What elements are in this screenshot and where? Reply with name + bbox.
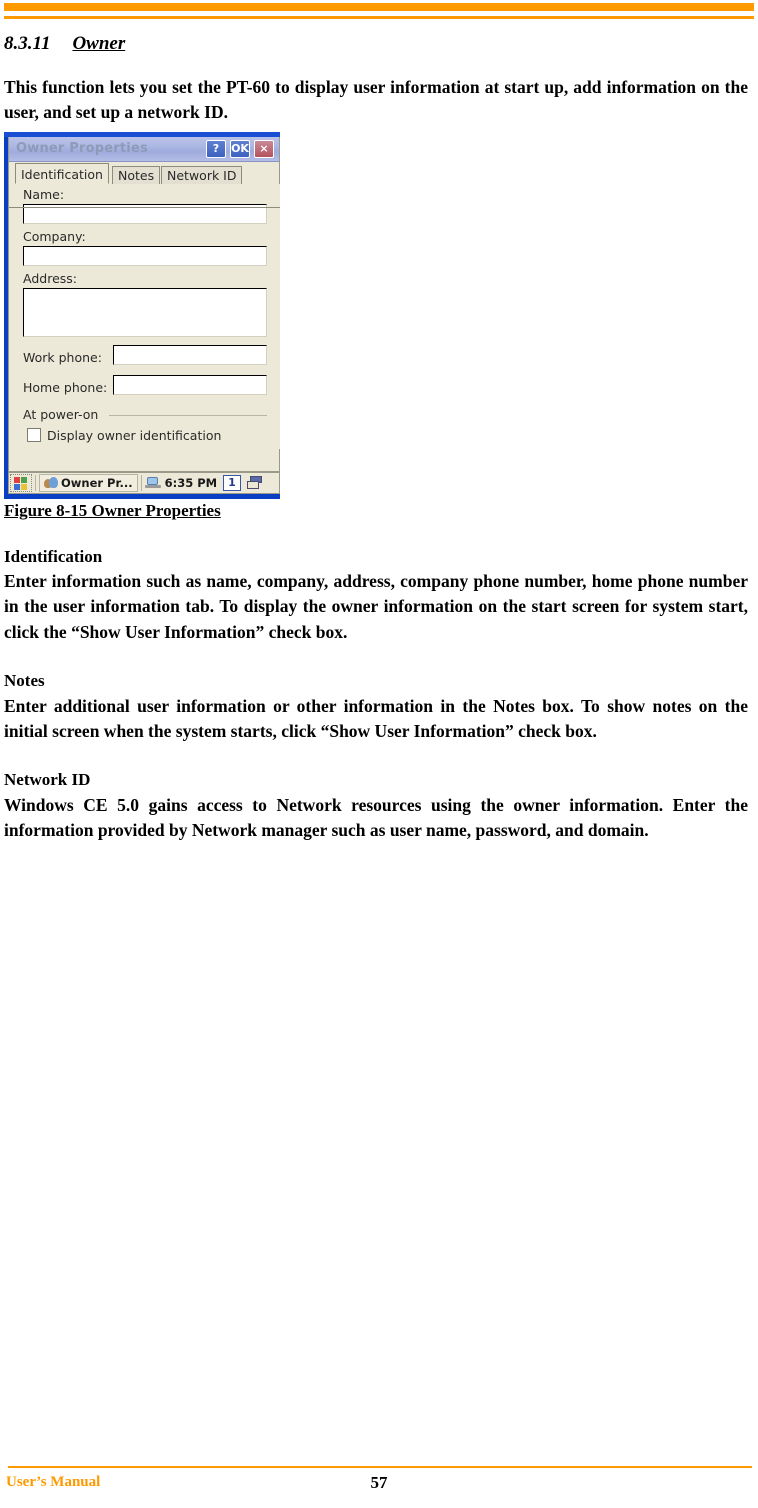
stacked-windows-icon[interactable] bbox=[246, 475, 263, 490]
subheading-identification: Identification bbox=[4, 546, 103, 566]
input-indicator[interactable]: 1 bbox=[223, 474, 241, 491]
address-label: Address: bbox=[23, 270, 77, 286]
figure-device-screenshot: Owner Properties ? OK × Identification N… bbox=[4, 131, 280, 499]
windows-flag-icon[interactable] bbox=[10, 473, 32, 492]
figure-caption: Figure 8-15 Owner Properties bbox=[4, 500, 221, 520]
tabstrip-underline bbox=[9, 206, 280, 208]
taskbar-clock[interactable]: 6:35 PM bbox=[165, 476, 217, 490]
header-rule-thin bbox=[4, 16, 754, 19]
taskbar-divider-2 bbox=[140, 474, 142, 491]
taskbar-divider bbox=[35, 474, 36, 491]
display-owner-identification-label: Display owner identification bbox=[47, 427, 222, 443]
dialog-tabstrip: Identification Notes Network ID bbox=[9, 162, 280, 208]
taskbar-task-owner-properties[interactable]: Owner Pr... bbox=[39, 473, 138, 492]
help-icon[interactable]: ? bbox=[206, 139, 226, 158]
group-separator bbox=[109, 414, 267, 416]
subheading-notes: Notes bbox=[4, 671, 45, 691]
dialog-titlebar: Owner Properties ? OK × bbox=[9, 136, 279, 162]
page-content: 8.3.11 Owner This function lets you set t… bbox=[4, 24, 748, 843]
display-owner-identification-checkbox[interactable] bbox=[27, 427, 41, 442]
paragraph-notes: Enter additional user information or oth… bbox=[4, 695, 748, 741]
name-label: Name: bbox=[23, 186, 65, 202]
company-input[interactable] bbox=[23, 245, 267, 266]
home-phone-label: Home phone: bbox=[23, 379, 108, 395]
close-icon[interactable]: × bbox=[254, 139, 274, 158]
network-monitor-icon[interactable] bbox=[144, 476, 161, 489]
footer-rule bbox=[8, 1466, 752, 1468]
subheading-network-id: Network ID bbox=[4, 770, 91, 790]
company-label: Company: bbox=[23, 228, 86, 244]
work-phone-label: Work phone: bbox=[23, 349, 102, 365]
device-taskbar: Owner Pr... 6:35 PM 1 bbox=[8, 471, 280, 494]
page-header bbox=[0, 0, 758, 24]
page-title: 8.3.11 Owner bbox=[4, 33, 748, 55]
people-icon bbox=[44, 477, 58, 489]
address-input[interactable] bbox=[23, 287, 267, 337]
dialog-title: Owner Properties bbox=[16, 140, 148, 156]
header-rule-thick bbox=[4, 3, 754, 11]
work-phone-input[interactable] bbox=[113, 344, 267, 365]
tab-identification[interactable]: Identification bbox=[15, 162, 109, 184]
paragraph-network-id: Windows CE 5.0 gains access to Network r… bbox=[4, 794, 748, 841]
paragraph-identification: Enter information such as name, company,… bbox=[4, 571, 748, 642]
tab-notes[interactable]: Notes bbox=[112, 165, 161, 184]
page-number: 57 bbox=[370, 1473, 388, 1492]
at-power-on-group-label: At power-on bbox=[23, 406, 99, 422]
section-number: 8.3.11 bbox=[4, 33, 51, 54]
desktop-background-bottom bbox=[4, 494, 280, 499]
taskbar-task-label: Owner Pr... bbox=[61, 475, 133, 490]
section-title: Owner bbox=[72, 33, 126, 54]
tab-network-id[interactable]: Network ID bbox=[161, 165, 243, 184]
ok-button[interactable]: OK bbox=[230, 139, 250, 158]
identification-panel: Name: Company: Address: Work phone: Home… bbox=[9, 183, 280, 449]
page-footer: User’s Manual 57 bbox=[0, 1460, 758, 1508]
home-phone-input[interactable] bbox=[113, 374, 267, 395]
intro-paragraph: This function lets you set the PT-60 to … bbox=[4, 76, 748, 123]
owner-properties-dialog: Owner Properties ? OK × Identification N… bbox=[8, 136, 280, 472]
